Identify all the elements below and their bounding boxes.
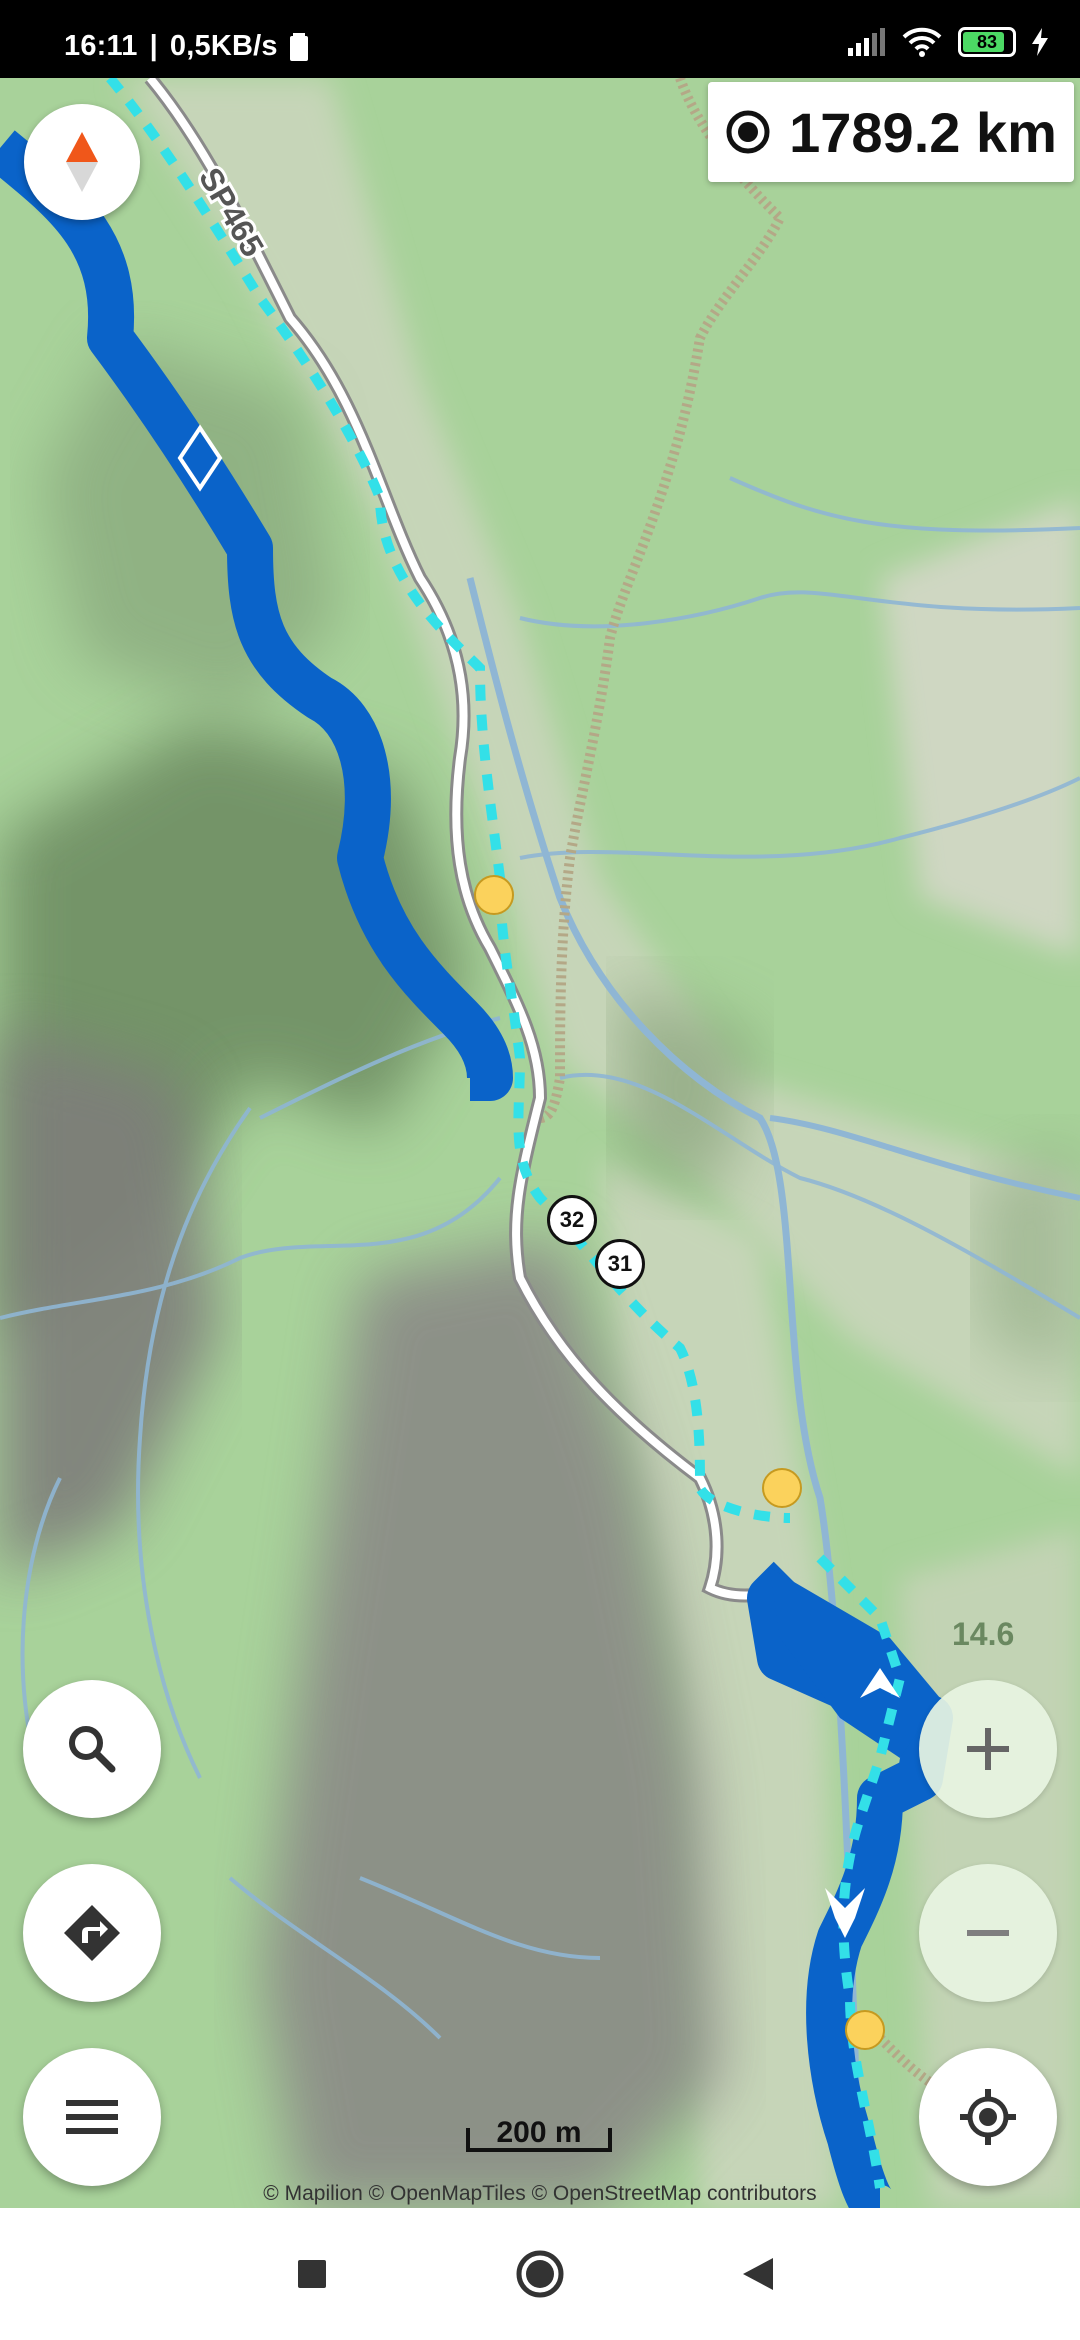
locate-button[interactable]	[919, 2048, 1057, 2186]
compass-button[interactable]	[24, 104, 140, 220]
map-attribution[interactable]: © Mapilion © OpenMapTiles © OpenStreetMa…	[0, 2182, 1080, 2206]
record-target-icon	[726, 110, 770, 154]
compass-icon	[66, 132, 98, 192]
zoom-in-button[interactable]	[919, 1680, 1057, 1818]
distance-display[interactable]: 1789.2 km	[708, 82, 1074, 182]
system-nav-bar	[0, 2208, 1080, 2340]
minus-icon	[967, 1930, 1009, 1936]
status-time: 16:11	[64, 30, 138, 62]
charging-icon	[1032, 28, 1048, 56]
recents-button[interactable]	[282, 2244, 342, 2304]
zoom-out-button[interactable]	[919, 1864, 1057, 2002]
plus-icon	[967, 1728, 1009, 1770]
map-view[interactable]: SP465 32 31 14.6 200 m © Mapilion © Open…	[0, 78, 1080, 2208]
search-button[interactable]	[23, 1680, 161, 1818]
map-terrain: SP465	[0, 78, 1080, 2208]
battery-level: 83	[976, 31, 998, 52]
battery-indicator: 83	[958, 27, 1016, 57]
route-badge-32: 32	[547, 1195, 597, 1245]
zoom-level: 14.6	[952, 1616, 1015, 1652]
locate-icon	[960, 2089, 1016, 2145]
home-button[interactable]	[510, 2244, 570, 2304]
route-badge-31: 31	[595, 1239, 645, 1289]
wifi-icon	[902, 27, 942, 57]
signal-icon	[848, 28, 885, 56]
triangle-back-icon	[743, 2258, 773, 2290]
square-icon	[298, 2260, 326, 2288]
directions-icon	[64, 1905, 120, 1961]
battery-small-icon	[289, 32, 308, 61]
status-left: 16:11 | 0,5KB/s	[64, 30, 308, 63]
status-right: 83	[848, 26, 1048, 58]
status-bar: 16:11 | 0,5KB/s 83	[0, 0, 1080, 78]
scale-bar: 200 m	[466, 2116, 612, 2152]
distance-value: 1789.2 km	[789, 100, 1057, 164]
circle-icon	[516, 2250, 564, 2298]
back-button[interactable]	[728, 2244, 788, 2304]
menu-button[interactable]	[23, 2048, 161, 2186]
status-network-speed: 0,5KB/s	[169, 30, 278, 62]
directions-button[interactable]	[23, 1864, 161, 2002]
menu-icon	[66, 2100, 118, 2134]
search-icon	[69, 1726, 116, 1773]
